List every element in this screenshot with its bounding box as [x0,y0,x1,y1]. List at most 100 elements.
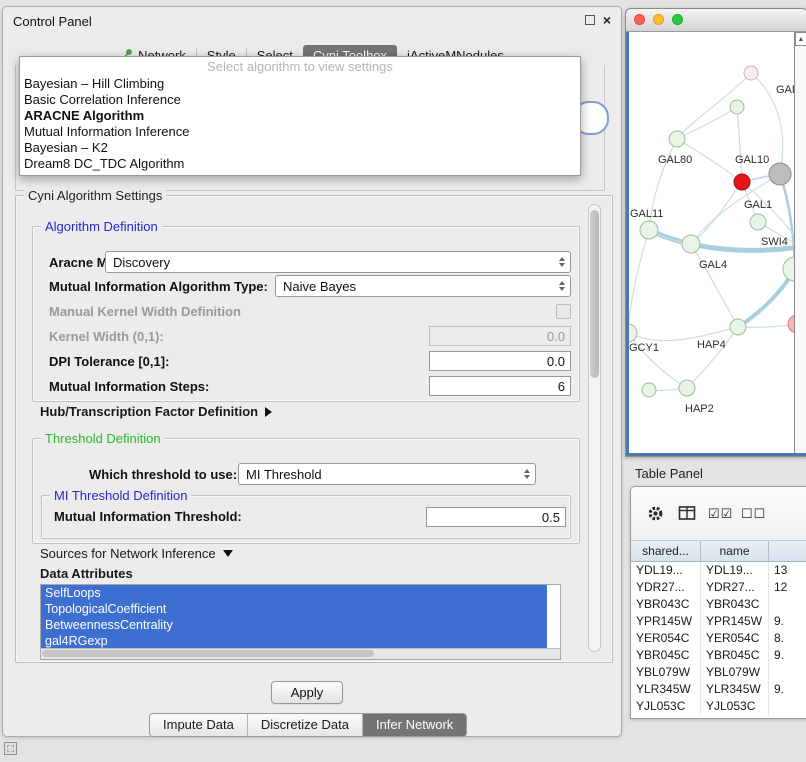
table-row[interactable]: YJL053CYJL053C [631,698,806,715]
apply-button[interactable]: Apply [271,681,343,704]
table-row[interactable]: YBR043CYBR043C [631,596,806,613]
mi-threshold-label: Mutual Information Threshold: [54,509,242,524]
algorithm-option[interactable]: Bayesian – Hill Climbing [20,76,580,92]
network-view-window: GAL8GAL80GAL10GAL11GAL1SWI4GAL4GCY1HAP4H… [625,8,806,457]
node-label: GAL4 [699,259,727,271]
table-cell [769,664,806,681]
table-cell: YJL053C [701,698,769,715]
table-cell: YBR043C [631,596,701,613]
network-node[interactable] [750,214,766,230]
combo-arrows-icon [559,257,565,267]
scrollbar-thumb[interactable] [42,650,374,657]
collapse-down-icon [223,550,233,557]
minimize-traffic-icon[interactable] [653,14,664,25]
tab-discretize-data[interactable]: Discretize Data [247,714,362,736]
tab-impute-data[interactable]: Impute Data [150,714,247,736]
table-row[interactable]: YDR27...YDR27...12 [631,579,806,596]
tab-infer-network[interactable]: Infer Network [362,714,466,736]
network-node[interactable] [730,319,746,335]
data-attributes-list[interactable]: SelfLoopsTopologicalCoefficientBetweenne… [40,584,561,660]
settings-scrollbar[interactable] [588,204,601,652]
table-cell: 12 [769,579,806,596]
column-chooser-icon[interactable] [678,505,696,521]
mi-type-label: Mutual Information Algorithm Type: [49,279,268,294]
network-canvas[interactable]: GAL8GAL80GAL10GAL11GAL1SWI4GAL4GCY1HAP4H… [629,32,794,453]
desktop: Control Panel × Network Style Select Cyn… [0,0,806,762]
gear-icon[interactable] [647,505,664,522]
table-row[interactable]: YBR045CYBR045C9. [631,647,806,664]
table-row[interactable]: YLR345WYLR345W9. [631,681,806,698]
hub-section-toggle[interactable]: Hub/Transcription Factor Definition [40,404,272,419]
table-row[interactable]: YER054CYER054C8. [631,630,806,647]
panel-corner-icon[interactable] [4,742,17,755]
table-cell: YPR145W [701,613,769,630]
scroll-up-icon[interactable]: ▲ [795,32,806,46]
table-cell: YBL079W [631,664,701,681]
attribute-item[interactable]: TopologicalCoefficient [41,601,547,617]
network-scrollbar[interactable]: ▲ [794,32,806,453]
combo-arrows-icon [524,469,530,479]
manual-kernel-checkbox[interactable] [556,304,571,319]
table-row[interactable]: YBL079WYBL079W [631,664,806,681]
column-header-name[interactable]: name [701,541,769,561]
network-edge [737,107,742,182]
mi-steps-field[interactable]: 6 [429,376,571,396]
attribute-item[interactable]: gal4RGexp [41,633,547,649]
network-node[interactable] [682,235,700,253]
table-cell: YBR045C [701,647,769,664]
table-cell: YDL19... [631,562,701,579]
network-node[interactable] [640,221,658,239]
aracne-mode-select[interactable]: Discovery [105,251,571,273]
table-row[interactable]: YDL19...YDL19...13 [631,562,806,579]
algorithm-option[interactable]: Mutual Information Inference [20,124,580,140]
network-node[interactable] [769,163,791,185]
algorithm-option[interactable]: Dream8 DC_TDC Algorithm [20,156,580,172]
network-node[interactable] [669,131,685,147]
network-graph: GAL8GAL80GAL10GAL11GAL1SWI4GAL4GCY1HAP4H… [629,32,794,453]
table-body: YDL19...YDL19...13YDR27...YDR27...12YBR0… [631,562,806,718]
column-header-extra[interactable] [769,541,806,561]
network-node[interactable] [679,380,695,396]
table-cell: 9. [769,613,806,630]
sources-section-toggle[interactable]: Sources for Network Inference [40,546,233,561]
horizontal-scrollbar[interactable] [41,648,560,659]
algorithm-option[interactable]: Basic Correlation Inference [20,92,580,108]
attribute-item[interactable]: SelfLoops [41,585,547,601]
zoom-traffic-icon[interactable] [672,14,683,25]
table-row[interactable]: YPR145WYPR145W9. [631,613,806,630]
node-label: GAL8 [776,84,794,96]
algorithm-definition-title: Algorithm Definition [41,219,162,234]
select-all-icon[interactable]: ☑☑ [708,506,733,522]
close-icon[interactable]: × [603,15,611,25]
network-node[interactable] [730,100,744,114]
table-cell: YLR345W [701,681,769,698]
column-header-shared[interactable]: shared... [631,541,701,561]
attr-items: SelfLoopsTopologicalCoefficientBetweenne… [41,585,560,649]
dpi-tolerance-field[interactable]: 0.0 [429,351,571,371]
network-node[interactable] [783,257,794,281]
network-window-titlebar[interactable] [626,9,806,32]
attribute-item[interactable]: BetweennessCentrality [41,617,547,633]
scrollbar-thumb[interactable] [590,210,599,378]
settings-group-title: Cyni Algorithm Settings [24,188,166,203]
network-edge [691,244,738,327]
traffic-lights [634,14,683,25]
float-window-icon[interactable] [585,15,595,25]
close-traffic-icon[interactable] [634,14,645,25]
which-threshold-select[interactable]: MI Threshold [238,463,536,485]
deselect-all-icon[interactable]: ☐☐ [741,506,766,522]
mi-type-select[interactable]: Naive Bayes [275,275,571,297]
mi-threshold-field[interactable]: 0.5 [426,507,566,527]
window-controls: × [585,15,611,25]
network-edge [738,269,794,327]
table-panel-window: ☑☑ ☐☐ shared... name YDL19...YDL19...13Y… [630,486,806,719]
network-node[interactable] [744,66,758,80]
network-node[interactable] [642,383,656,397]
data-attributes-label: Data Attributes [40,566,133,581]
network-node[interactable] [734,174,750,190]
mi-threshold-group-title: MI Threshold Definition [50,488,191,503]
network-node[interactable] [629,324,637,342]
window-title: Control Panel [13,14,92,29]
algorithm-option[interactable]: ARACNE Algorithm [20,108,580,124]
algorithm-option[interactable]: Bayesian – K2 [20,140,580,156]
